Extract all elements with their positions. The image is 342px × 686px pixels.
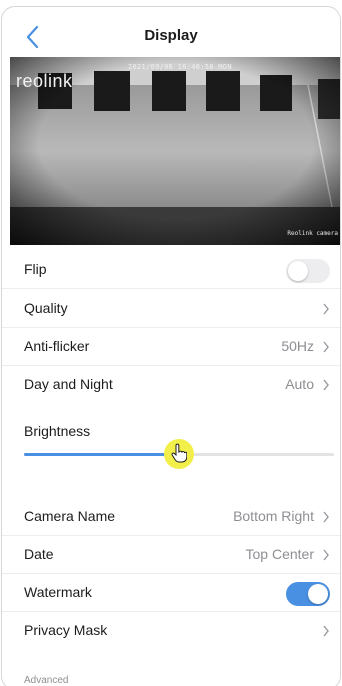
toggle-knob [288, 261, 308, 281]
date-row[interactable]: Date Top Center [2, 536, 340, 574]
chevron-right-icon [323, 549, 329, 561]
brightness-label: Brightness [24, 423, 91, 439]
quality-label: Quality [24, 300, 68, 316]
camera-watermark-label: Reolink camera [287, 230, 338, 237]
display-settings-screen: Display reolink 2021/09/06 16:46:58 MON … [1, 6, 341, 686]
toggle-knob [308, 584, 328, 604]
watermark-label: Watermark [24, 584, 92, 600]
day-night-row[interactable]: Day and Night Auto [2, 366, 340, 404]
page-title: Display [144, 27, 198, 44]
camera-name-value: Bottom Right [233, 508, 314, 524]
brightness-slider[interactable] [24, 439, 334, 469]
chevron-right-icon [323, 379, 329, 391]
anti-flicker-label: Anti-flicker [24, 338, 90, 354]
day-night-value: Auto [285, 376, 314, 392]
watermark-toggle[interactable] [286, 582, 330, 606]
advanced-section-header: Advanced [24, 675, 69, 686]
quality-row[interactable]: Quality [2, 290, 340, 328]
privacy-mask-row[interactable]: Privacy Mask [2, 612, 340, 650]
camera-preview[interactable]: reolink 2021/09/06 16:46:58 MON Reolink … [10, 57, 340, 245]
chevron-right-icon [323, 625, 329, 637]
date-label: Date [24, 546, 54, 562]
slider-fill [24, 453, 179, 456]
flip-row: Flip [2, 251, 340, 289]
chevron-right-icon [323, 303, 329, 315]
anti-flicker-row[interactable]: Anti-flicker 50Hz [2, 328, 340, 366]
header: Display [2, 7, 340, 63]
date-value: Top Center [245, 546, 314, 562]
anti-flicker-value: 50Hz [281, 338, 314, 354]
flip-label: Flip [24, 261, 47, 277]
chevron-right-icon [323, 511, 329, 523]
watermark-row: Watermark [2, 574, 340, 612]
privacy-mask-label: Privacy Mask [24, 622, 108, 638]
slider-thumb[interactable] [164, 439, 194, 469]
camera-name-label: Camera Name [24, 508, 116, 524]
reolink-logo: reolink [16, 71, 73, 91]
day-night-label: Day and Night [24, 376, 113, 392]
camera-name-row[interactable]: Camera Name Bottom Right [2, 498, 340, 536]
hand-cursor-icon [171, 443, 187, 463]
flip-toggle[interactable] [286, 259, 330, 283]
video-timestamp: 2021/09/06 16:46:58 MON [128, 63, 232, 71]
chevron-right-icon [323, 341, 329, 353]
